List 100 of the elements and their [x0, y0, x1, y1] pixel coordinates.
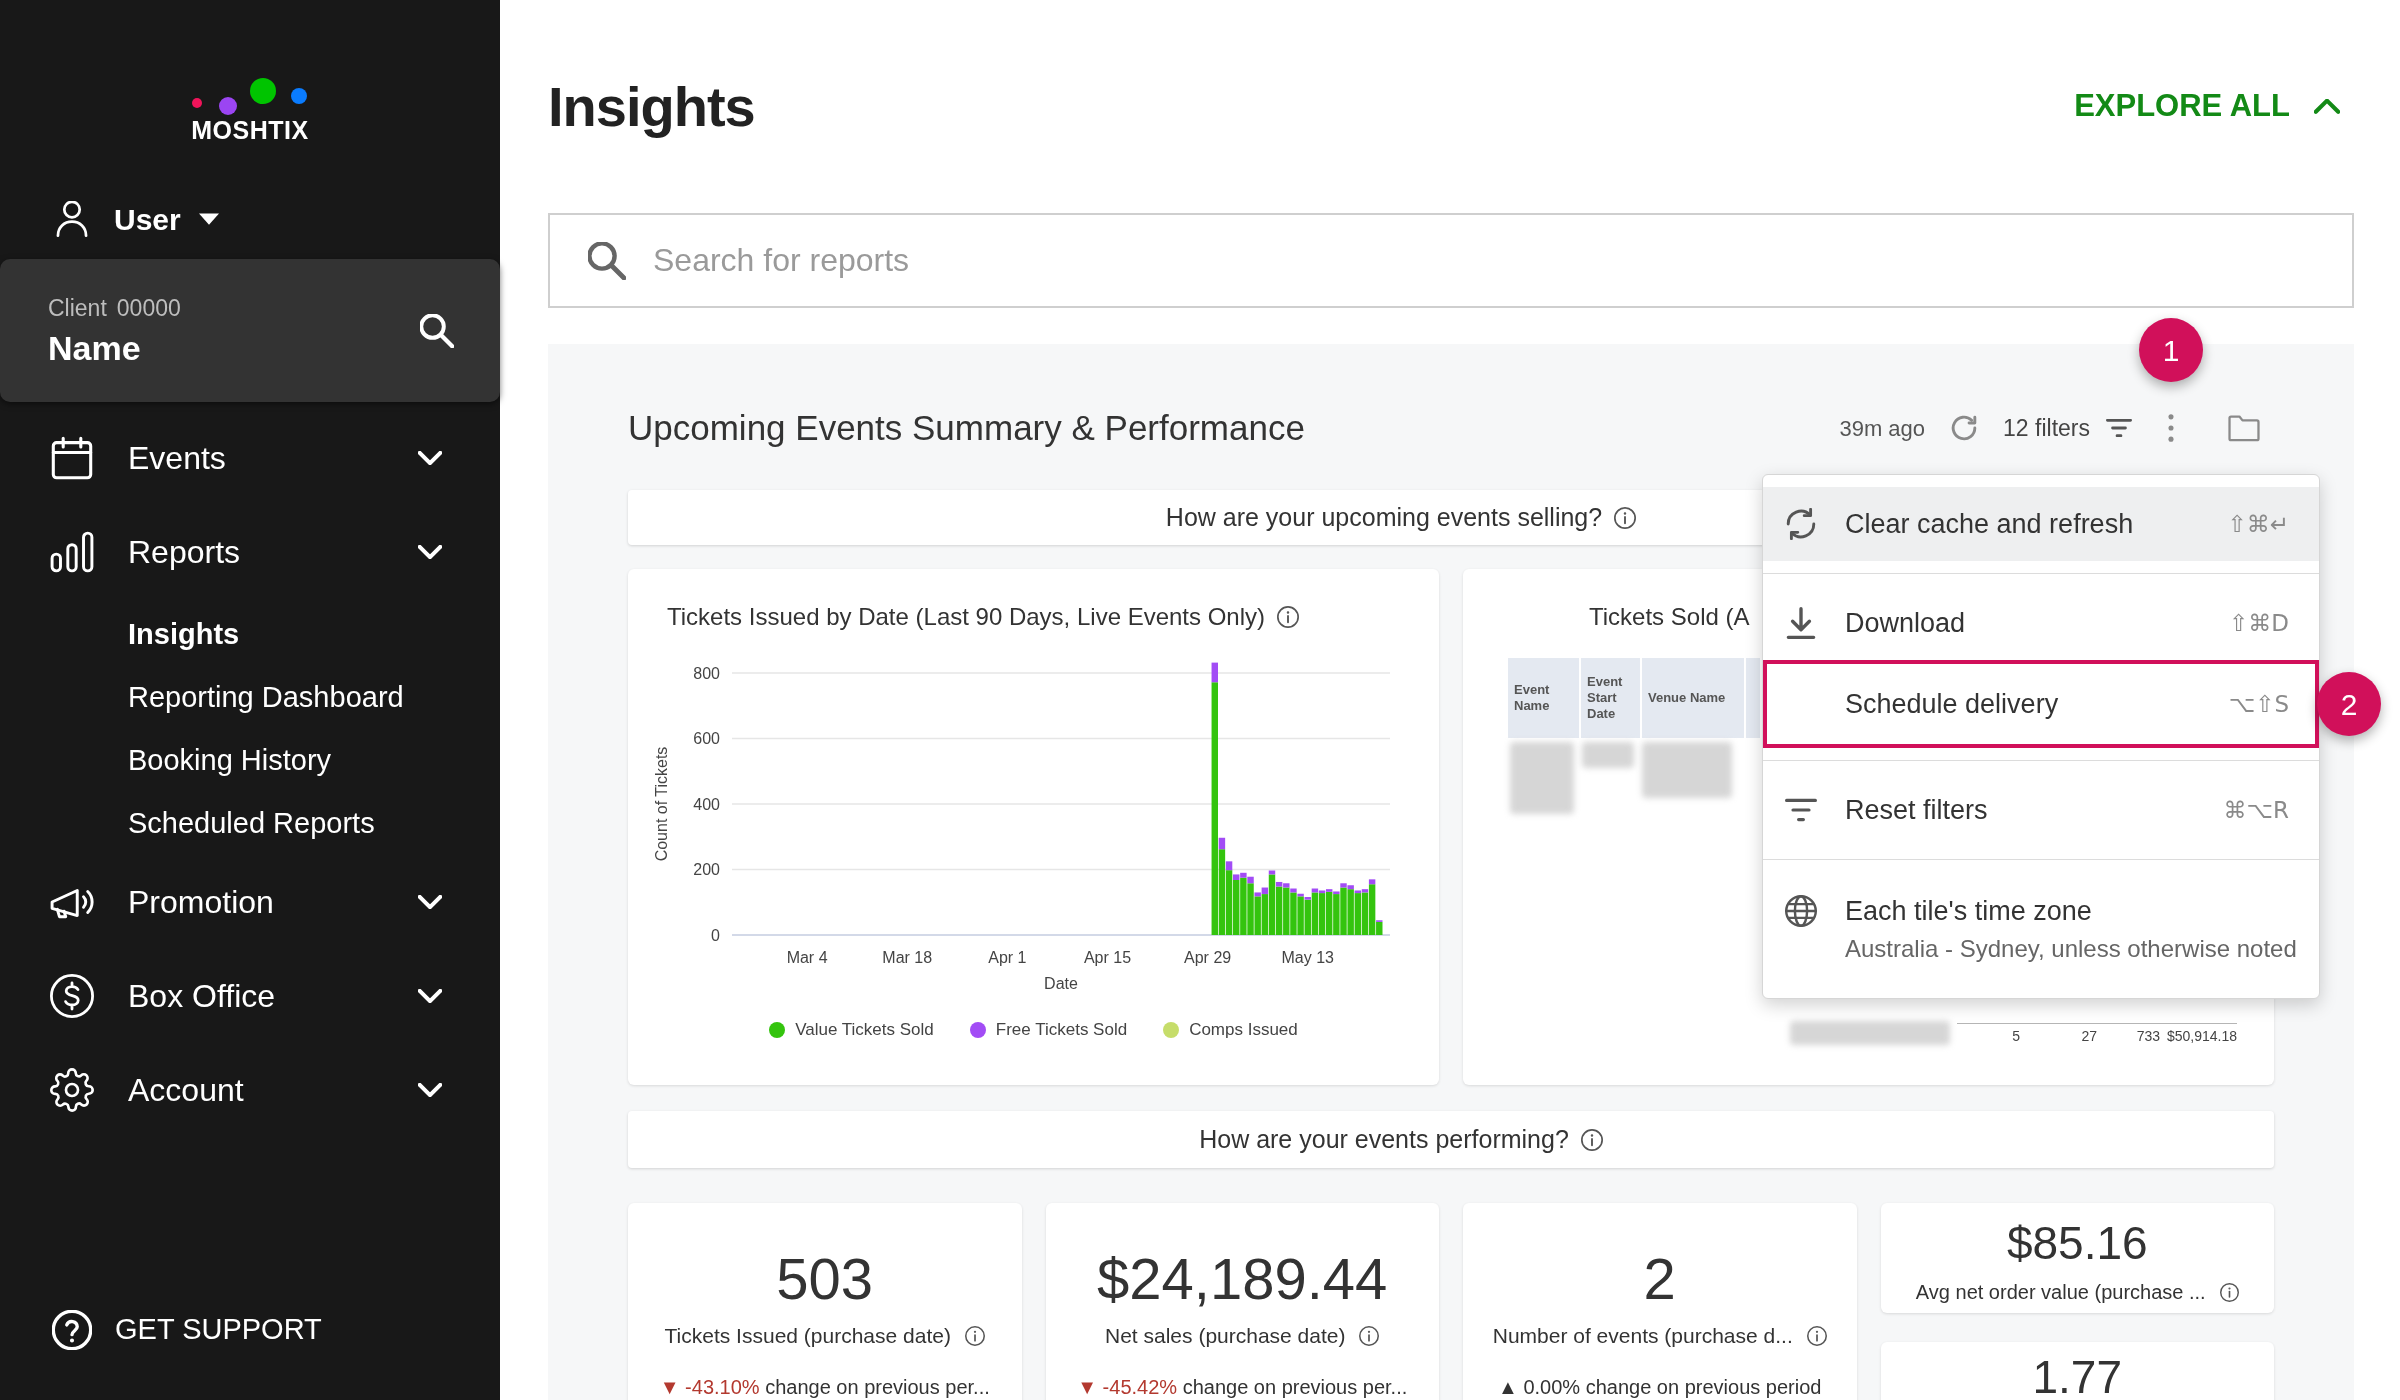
- info-icon[interactable]: [1277, 606, 1300, 628]
- download-icon: [1785, 607, 1817, 639]
- column-header: Event Name: [1508, 658, 1581, 738]
- get-support-link[interactable]: GET SUPPORT: [52, 1305, 322, 1355]
- chart-title: Tickets Issued by Date (Last 90 Days, Live Events Only): [667, 602, 1266, 632]
- change-summary: ▲ 0.00% change on previous period: [1498, 1376, 1822, 1398]
- chevron-up-icon: [2314, 98, 2340, 115]
- change-summary: ▼ -43.10% change on previous per...: [659, 1376, 990, 1398]
- chevron-down-icon: [418, 989, 442, 1003]
- client-name: Name: [48, 327, 142, 368]
- axis-tick-label: May 13: [1281, 948, 1334, 966]
- axis-tick-label: 600: [693, 730, 720, 748]
- shortcut-hint: ⇧⌘↵: [2227, 509, 2289, 539]
- axis-tick-label: Apr 1: [988, 948, 1027, 966]
- sync-arrows-icon: [1785, 508, 1817, 540]
- nav-item[interactable]: Reports: [0, 505, 500, 599]
- page-title: Insights: [548, 73, 755, 140]
- globe-icon: [1785, 895, 1817, 927]
- shortcut-hint: ⇧⌘D: [2229, 608, 2289, 638]
- colored-dots-icon: [190, 78, 310, 116]
- chevron-down-icon: [418, 1083, 442, 1097]
- axis-tick-label: 800: [693, 664, 720, 682]
- nav-item[interactable]: Promotion: [0, 855, 500, 949]
- axis-tick-label: Apr 15: [1083, 948, 1132, 966]
- nav-link[interactable]: Insights: [128, 603, 240, 666]
- gear-icon: [50, 1068, 94, 1112]
- menu-item-detail: Australia - Sydney, unless otherwise noted: [1845, 934, 2297, 964]
- info-icon[interactable]: [2219, 1282, 2239, 1302]
- updated-time: 39m ago: [1839, 414, 1926, 443]
- axis-tick-label: Mar 4: [786, 948, 828, 966]
- change-summary: ▼ -45.42% change on previous per...: [1077, 1376, 1408, 1398]
- menu-item[interactable]: Reset filters ⌘⌥R: [1763, 773, 2319, 847]
- search-icon[interactable]: [420, 313, 454, 348]
- callout-badge: 2: [2317, 672, 2381, 736]
- info-icon[interactable]: [1806, 1326, 1827, 1346]
- kpi-value: 2: [1643, 1247, 1676, 1311]
- table-cell-text: 27: [2080, 1027, 2097, 1045]
- nav-item[interactable]: Events: [0, 411, 500, 505]
- kpi-label: Net sales (purchase date): [1105, 1323, 1346, 1349]
- explore-all-button[interactable]: EXPLORE ALL: [2074, 83, 2340, 130]
- search-icon: [588, 241, 626, 280]
- section-heading: How are your events performing?: [1199, 1123, 1569, 1155]
- person-icon: [56, 201, 88, 237]
- chevron-down-icon: [418, 895, 442, 909]
- user-menu-button[interactable]: User: [56, 194, 219, 244]
- menu-item[interactable]: Each tile's time zone Australia - Sydney, unless otherwise noted: [1763, 872, 2319, 986]
- logo-text: MOSHTIX: [191, 116, 309, 144]
- folder-icon[interactable]: [2228, 414, 2260, 442]
- legend-label: Value Tickets Sold: [795, 1019, 934, 1041]
- table-cell-text: 5: [2011, 1027, 2020, 1045]
- axis-title: Count of Tickets: [652, 746, 670, 862]
- callout-badge: 1: [2139, 318, 2203, 382]
- axis-title: Date: [1044, 974, 1078, 992]
- legend-label: Comps Issued: [1189, 1019, 1298, 1041]
- axis-tick-label: 400: [693, 795, 720, 813]
- section-heading: How are your upcoming events selling?: [1165, 501, 1603, 533]
- axis-tick-label: 0: [711, 926, 720, 944]
- info-icon[interactable]: [964, 1326, 985, 1346]
- menu-item[interactable]: Download ⇧⌘D: [1763, 586, 2319, 660]
- table-title: Tickets Sold (A: [1589, 602, 1750, 632]
- vertical-dots-icon[interactable]: [2168, 414, 2174, 442]
- kpi-value: $24,189.44: [1097, 1247, 1388, 1311]
- axis-tick-label: Apr 29: [1184, 948, 1232, 966]
- nav-link[interactable]: Reporting Dashboard: [128, 666, 404, 729]
- chevron-down-icon: [418, 545, 442, 559]
- client-label: Client: [48, 293, 107, 322]
- filters-button[interactable]: 12 filters: [2003, 410, 2132, 446]
- calendar-icon: [50, 436, 94, 480]
- kpi-value: 1.77: [2032, 1356, 2122, 1398]
- table-cell-text: 733: [2135, 1027, 2160, 1045]
- dashboard-title: Upcoming Events Summary & Performance: [628, 406, 1305, 449]
- kpi-label: Number of events (purchase d...: [1492, 1323, 1793, 1349]
- shortcut-hint: ⌘⌥R: [2223, 795, 2289, 825]
- nav-link[interactable]: Booking History: [128, 729, 332, 792]
- axis-tick-label: 200: [693, 861, 720, 878]
- info-icon[interactable]: [1614, 506, 1637, 529]
- table-cell-text: $50,914.18: [2165, 1027, 2237, 1045]
- nav-item[interactable]: Box Office: [0, 949, 500, 1043]
- filter-lines-icon: [2106, 419, 2132, 437]
- column-header: Venue Name: [1642, 658, 1746, 738]
- info-icon[interactable]: [1359, 1326, 1380, 1346]
- kpi-label: Avg net order value (purchase ...: [1915, 1280, 2206, 1304]
- blurred-text: [1582, 742, 1634, 768]
- nav-item[interactable]: Account: [0, 1043, 500, 1137]
- menu-item[interactable]: Clear cache and refresh ⇧⌘↵: [1763, 487, 2319, 561]
- chevron-down-icon: [418, 451, 442, 465]
- refresh-icon[interactable]: [1951, 415, 1978, 441]
- axis-tick-label: Mar 18: [882, 948, 933, 966]
- legend-label: Free Tickets Sold: [995, 1019, 1128, 1041]
- kpi-value: $85.16: [2006, 1218, 2148, 1268]
- kpi-label: Tickets Issued (purchase date): [664, 1323, 951, 1349]
- dollar-circle-icon: [50, 974, 94, 1018]
- search-field[interactable]: Search for reports: [548, 213, 2354, 308]
- blurred-text: [1510, 742, 1574, 814]
- caret-down-icon: [198, 213, 219, 225]
- client-number: 00000: [116, 293, 181, 322]
- info-icon[interactable]: [1580, 1128, 1603, 1151]
- nav-link[interactable]: Scheduled Reports: [128, 792, 375, 855]
- column-header: Event Start Date: [1581, 658, 1642, 738]
- shortcut-hint: ⌥⇧S: [2228, 689, 2289, 719]
